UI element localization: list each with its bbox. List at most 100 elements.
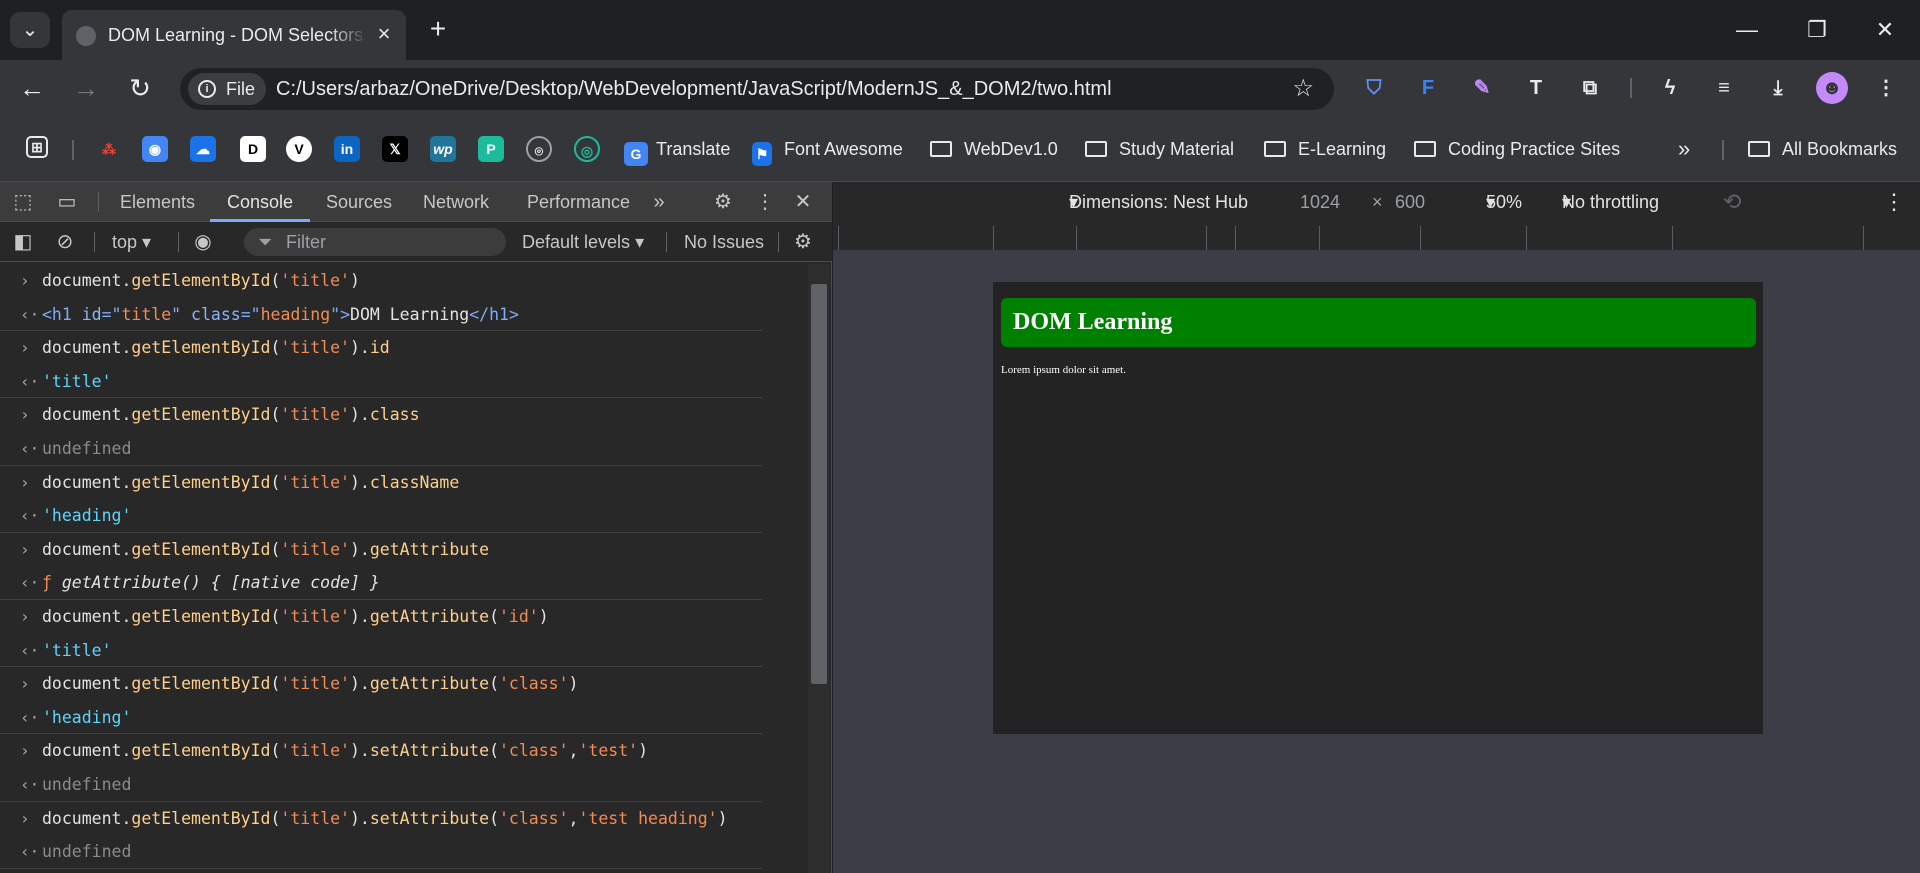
kebab-menu-icon[interactable]: ⋮ <box>752 190 778 214</box>
media-icon[interactable]: ≡ <box>1708 72 1740 104</box>
chevron-right-icon: › <box>20 405 30 425</box>
bookmark-folder-webdev[interactable]: WebDev1.0 <box>930 134 1058 164</box>
dimensions-dropdown[interactable]: Dimensions: Nest Hub ▾ <box>1069 182 1248 222</box>
x-icon[interactable]: 𝕏 <box>382 136 408 162</box>
tab-elements[interactable]: Elements <box>120 182 195 222</box>
avatar[interactable]: ☻ <box>1816 72 1848 104</box>
back-button[interactable]: ← <box>14 70 50 106</box>
v-icon[interactable]: V <box>286 136 312 162</box>
console-result-line[interactable]: ‹·'title' <box>0 634 762 668</box>
sidebar-toggle-icon[interactable]: ◧ <box>10 230 36 254</box>
console-input-line[interactable]: › document.getElementById('title').setAtt… <box>0 802 810 836</box>
console-input-line[interactable]: › document.getElementById('title').id <box>0 331 810 365</box>
google-apps-icon[interactable]: ⁂ <box>96 136 122 162</box>
new-tab-button[interactable]: + <box>422 14 454 46</box>
address-bar[interactable]: i File C:/Users/arbaz/OneDrive/Desktop/W… <box>180 68 1334 110</box>
device-toggle-icon[interactable]: ▭ <box>54 190 80 214</box>
close-window-button[interactable]: ✕ <box>1860 10 1910 50</box>
p-icon[interactable]: P <box>478 136 504 162</box>
tab-search-button[interactable]: ⌄ <box>10 12 50 48</box>
browser-tab[interactable]: DOM Learning - DOM Selectors × <box>62 10 406 60</box>
throttling-label: No throttling <box>1562 192 1660 212</box>
console-token: 'test heading' <box>578 808 718 828</box>
console-input-line[interactable]: › document.getElementById('title').setAtt… <box>0 734 810 768</box>
console-result-line[interactable]: ‹·'title' <box>0 365 762 399</box>
menu-kebab-icon[interactable]: ⋮ <box>1870 72 1902 104</box>
bookmark-folder-elearning[interactable]: E-Learning <box>1264 134 1386 164</box>
filter-input[interactable]: ⏷ Filter <box>244 228 506 256</box>
width-input[interactable]: 1024 <box>1300 182 1340 222</box>
log-levels-dropdown[interactable]: Default levels ▾ <box>522 222 644 262</box>
bookmark-translate[interactable]: G Translate <box>624 134 730 166</box>
puzzle-icon[interactable]: ⧉ <box>1574 72 1606 104</box>
bookmark-star-icon[interactable]: ☆ <box>1292 68 1314 110</box>
typora-icon[interactable]: T <box>1520 72 1552 104</box>
eye-icon[interactable]: ◉ <box>190 230 216 254</box>
drive-icon[interactable]: ☁ <box>190 136 216 162</box>
rotate-icon[interactable]: ⟲ <box>1723 182 1741 222</box>
inspect-icon[interactable]: ⬚ <box>10 190 36 214</box>
console-token: ). <box>349 539 370 559</box>
site-info-chip[interactable]: i File <box>188 73 266 105</box>
extension-icon[interactable]: F <box>1412 72 1444 104</box>
tab-console[interactable]: Console <box>210 182 311 222</box>
bookmark-folder-study[interactable]: Study Material <box>1085 134 1234 164</box>
tab-performance[interactable]: Performance <box>527 182 630 222</box>
close-devtools-icon[interactable]: ✕ <box>790 190 816 214</box>
result-arrow-icon: ‹· <box>20 304 40 324</box>
console-input-line[interactable]: › document.getElementById('title').getAtt… <box>0 533 810 567</box>
console-output[interactable]: › document.getElementById('title') ‹· <h1 … <box>0 264 810 873</box>
minimize-button[interactable]: — <box>1722 10 1772 50</box>
clear-console-icon[interactable]: ⊘ <box>52 230 78 254</box>
eyedropper-icon[interactable]: ✎ <box>1466 72 1498 104</box>
throttling-dropdown[interactable]: No throttling ▾ <box>1562 182 1659 222</box>
console-token: 'title' <box>42 640 112 660</box>
bookmark-font-awesome[interactable]: ⚑ Font Awesome <box>752 134 903 166</box>
grammar-icon[interactable]: ◎ <box>574 136 600 162</box>
issues-button[interactable]: No Issues <box>684 222 764 262</box>
wordpress-icon[interactable]: wp <box>430 136 456 162</box>
console-input-line[interactable]: › document.getElementById('title') <box>0 264 810 298</box>
zoom-dropdown[interactable]: 50% ▾ <box>1486 182 1522 222</box>
media-query-ruler[interactable] <box>833 222 1920 252</box>
height-input[interactable]: 600 <box>1395 182 1425 222</box>
restore-button[interactable]: ❐ <box>1792 10 1842 50</box>
download-icon[interactable]: ⤓ <box>1762 72 1794 104</box>
apps-icon[interactable]: ⊞ <box>26 136 48 158</box>
bitwarden-icon[interactable]: ⛉ <box>1358 72 1390 104</box>
console-scrollbar[interactable] <box>808 264 830 873</box>
tab-network[interactable]: Network <box>423 182 489 222</box>
console-token: class <box>191 304 241 324</box>
device-menu-icon[interactable]: ⋮ <box>1883 182 1905 222</box>
tab-sources[interactable]: Sources <box>326 182 392 222</box>
console-input-line[interactable]: › document.getElementById('title').classN… <box>0 466 810 500</box>
chrome-icon[interactable]: ◉ <box>142 136 168 162</box>
lightning-icon[interactable]: ϟ <box>1654 72 1686 104</box>
console-result-line[interactable]: ‹· ƒ getAttribute() { [native code] } <box>0 566 762 600</box>
console-result-line[interactable]: ‹· <h1 id="title" class="heading">DOM Le… <box>0 298 762 332</box>
console-token: ( <box>270 539 281 559</box>
d-icon[interactable]: D <box>240 136 266 162</box>
console-input-line[interactable]: › document.getElementById('title').getAtt… <box>0 667 810 701</box>
close-icon[interactable]: × <box>372 22 396 46</box>
console-input-line[interactable]: › document.getElementById('title').class <box>0 398 810 432</box>
url-text[interactable]: C:/Users/arbaz/OneDrive/Desktop/WebDevel… <box>276 68 1112 110</box>
all-bookmarks-button[interactable]: All Bookmarks <box>1748 134 1897 164</box>
github-icon[interactable]: ⌾ <box>526 136 552 162</box>
linkedin-icon[interactable]: in <box>334 136 360 162</box>
console-result-line[interactable]: ‹·'heading' <box>0 499 762 533</box>
reload-button[interactable]: ↻ <box>122 70 158 106</box>
console-result-line[interactable]: ‹·'heading' <box>0 701 762 735</box>
forward-button[interactable]: → <box>68 70 104 106</box>
more-tabs-icon[interactable]: » <box>646 190 672 214</box>
scrollbar-thumb[interactable] <box>811 284 827 684</box>
gear-icon[interactable]: ⚙ <box>710 190 736 214</box>
more-bookmarks-button[interactable]: » <box>1678 134 1690 164</box>
console-result-line[interactable]: ‹· undefined <box>0 432 762 466</box>
console-input-line[interactable]: › document.getElementById('title').getAtt… <box>0 600 810 634</box>
console-settings-icon[interactable]: ⚙ <box>790 230 816 254</box>
console-result-line[interactable]: ‹· undefined <box>0 768 762 802</box>
context-selector[interactable]: top ▾ <box>112 222 151 262</box>
bookmark-folder-coding[interactable]: Coding Practice Sites <box>1414 134 1620 164</box>
console-result-line[interactable]: ‹· undefined <box>0 835 762 869</box>
